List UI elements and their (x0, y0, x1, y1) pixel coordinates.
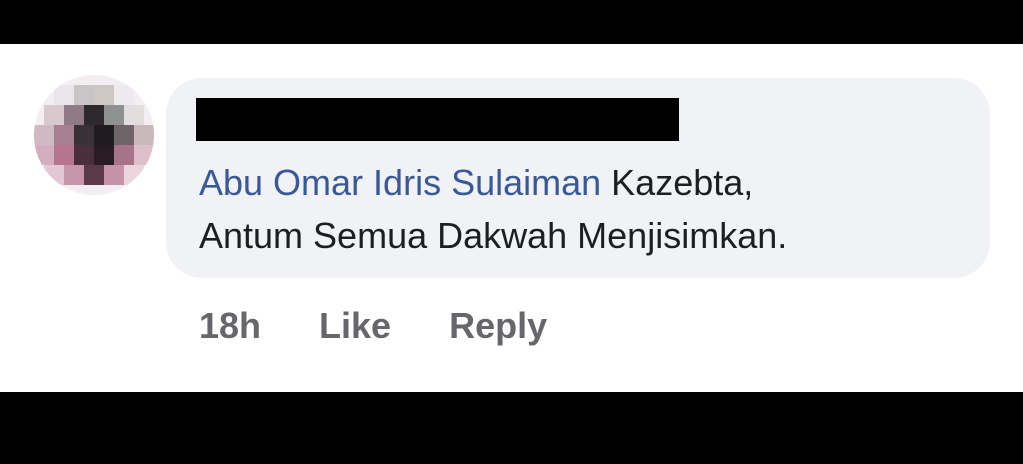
reply-button[interactable]: Reply (449, 305, 547, 347)
avatar[interactable] (34, 75, 154, 195)
letterbox-top-bar (0, 0, 1023, 44)
timestamp[interactable]: 18h (199, 305, 261, 347)
comment-text-line2: Antum Semua Dakwah Menjisimkan. (199, 215, 788, 256)
comment-actions: 18h Like Reply (199, 302, 605, 350)
author-name-link[interactable]: Abu Omar Idris Sulaiman (199, 162, 601, 203)
like-button[interactable]: Like (319, 305, 391, 347)
comment-container: Abu Omar Idris Sulaiman Kazebta, Antum S… (0, 44, 1023, 392)
comment-text-line1: Kazebta, (601, 162, 754, 203)
comment-text: Abu Omar Idris Sulaiman Kazebta, Antum S… (199, 156, 979, 262)
pixelated-avatar-image (34, 75, 154, 195)
letterbox-bottom-bar (0, 392, 1023, 464)
redaction-bar (196, 98, 679, 141)
